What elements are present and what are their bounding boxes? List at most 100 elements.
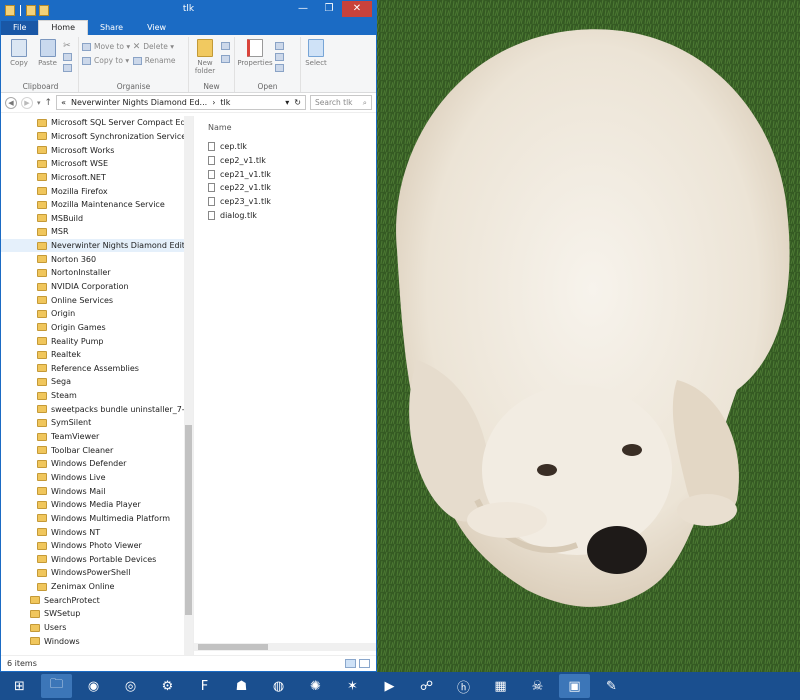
navigation-scrollbar[interactable]: [184, 116, 193, 655]
tree-item[interactable]: WindowsPowerShell: [1, 566, 193, 580]
hp-icon[interactable]: ⓗ: [448, 674, 479, 698]
file-explorer-icon[interactable]: 🗀: [41, 674, 72, 698]
large-icons-view-icon[interactable]: [359, 659, 370, 668]
tree-item[interactable]: MSR: [1, 225, 193, 239]
app-icon[interactable]: ◎: [115, 674, 146, 698]
back-button[interactable]: ◀: [5, 96, 17, 109]
copy-button[interactable]: Copy: [6, 39, 32, 67]
address-dropdown-icon[interactable]: ▾: [285, 98, 289, 107]
properties-button[interactable]: Properties: [237, 39, 273, 67]
tree-item[interactable]: SWSetup: [1, 607, 193, 621]
forward-button[interactable]: ▶: [21, 96, 33, 109]
tree-item[interactable]: Users: [1, 621, 193, 635]
title-bar[interactable]: tlk — ❐ ✕: [1, 1, 376, 19]
tree-item[interactable]: Windows Photo Viewer: [1, 539, 193, 553]
tree-item[interactable]: Reality Pump: [1, 334, 193, 348]
file-row[interactable]: dialog.tlk: [194, 208, 376, 222]
tree-item[interactable]: Windows Live: [1, 471, 193, 485]
tree-item[interactable]: Microsoft.NET: [1, 171, 193, 185]
tree-item[interactable]: Windows Multimedia Platform: [1, 512, 193, 526]
tree-item[interactable]: SearchProtect: [1, 593, 193, 607]
recent-locations-icon[interactable]: ▾: [37, 99, 41, 107]
breadcrumb-current[interactable]: tlk: [220, 98, 230, 107]
breadcrumb-parent[interactable]: Neverwinter Nights Diamond Ed...: [71, 98, 207, 107]
file-row[interactable]: cep2_v1.tlk: [194, 154, 376, 168]
address-bar[interactable]: « Neverwinter Nights Diamond Ed... › tlk…: [56, 95, 306, 110]
game-icon[interactable]: ☗: [226, 674, 257, 698]
rename-button[interactable]: Rename: [132, 56, 176, 65]
file-row[interactable]: cep21_v1.tlk: [194, 167, 376, 181]
refresh-icon[interactable]: ↻: [294, 98, 301, 107]
tree-item[interactable]: Toolbar Cleaner: [1, 443, 193, 457]
horizontal-scrollbar[interactable]: [194, 643, 376, 651]
tree-item[interactable]: NortonInstaller: [1, 266, 193, 280]
up-button[interactable]: ↑: [45, 98, 53, 108]
edit-icon[interactable]: [274, 53, 284, 61]
tree-item[interactable]: Neverwinter Nights Diamond Edition: [1, 238, 193, 253]
paste-button[interactable]: Paste: [35, 39, 61, 67]
search-input[interactable]: Search tlk ⌕: [310, 95, 372, 110]
tree-item[interactable]: SymSilent: [1, 416, 193, 430]
tab-share[interactable]: Share: [88, 21, 135, 35]
tree-item[interactable]: Windows Mail: [1, 484, 193, 498]
breadcrumb-separator[interactable]: ›: [212, 98, 215, 107]
new-folder-button[interactable]: New folder: [192, 39, 218, 75]
tree-item[interactable]: NVIDIA Corporation: [1, 280, 193, 294]
tree-item[interactable]: Online Services: [1, 293, 193, 307]
move-to-button[interactable]: Move to ▾: [82, 42, 130, 51]
game4-icon[interactable]: ✶: [337, 674, 368, 698]
open-icon[interactable]: [274, 42, 284, 50]
chat-icon[interactable]: ☍: [411, 674, 442, 698]
tree-item[interactable]: Zenimax Online: [1, 580, 193, 594]
easy-access-icon[interactable]: [220, 55, 230, 63]
minimize-button[interactable]: —: [290, 1, 316, 17]
file-row[interactable]: cep22_v1.tlk: [194, 181, 376, 195]
store-icon[interactable]: ▦: [485, 674, 516, 698]
app-f-icon[interactable]: F: [189, 674, 220, 698]
close-button[interactable]: ✕: [342, 1, 372, 17]
maximize-button[interactable]: ❐: [316, 1, 342, 17]
file-row[interactable]: cep.tlk: [194, 140, 376, 154]
history-icon[interactable]: [274, 64, 284, 72]
select-button[interactable]: Select: [304, 39, 328, 67]
tree-item[interactable]: Origin Games: [1, 321, 193, 335]
chrome-icon[interactable]: ◉: [78, 674, 109, 698]
tree-item[interactable]: Windows: [1, 634, 193, 648]
tree-item[interactable]: sweetpacks bundle uninstaller_7-Zip_1: [1, 402, 193, 416]
tree-item[interactable]: Sega: [1, 375, 193, 389]
tree-item[interactable]: Origin: [1, 307, 193, 321]
tree-item[interactable]: Realtek: [1, 348, 193, 362]
tab-file[interactable]: File: [1, 21, 39, 35]
tree-item[interactable]: Microsoft Synchronization Services: [1, 130, 193, 144]
tab-view[interactable]: View: [135, 21, 178, 35]
game5-icon[interactable]: ☠: [522, 674, 553, 698]
tree-item[interactable]: Norton 360: [1, 252, 193, 266]
screen-icon[interactable]: ▣: [559, 674, 590, 698]
horizontal-scrollbar-thumb[interactable]: [198, 644, 268, 650]
column-header-name[interactable]: Name: [194, 122, 376, 140]
tree-item[interactable]: Reference Assemblies: [1, 362, 193, 376]
tree-item[interactable]: Microsoft WSE: [1, 157, 193, 171]
paint-icon[interactable]: ✎: [596, 674, 627, 698]
steam-icon[interactable]: ⚙: [152, 674, 183, 698]
details-view-icon[interactable]: [345, 659, 356, 668]
game2-icon[interactable]: ◍: [263, 674, 294, 698]
tree-item[interactable]: Windows Media Player: [1, 498, 193, 512]
tree-item[interactable]: Steam: [1, 389, 193, 403]
copy-to-button[interactable]: Copy to ▾: [82, 56, 130, 65]
start-button-icon[interactable]: ⊞: [4, 674, 35, 698]
copy-path-icon[interactable]: [63, 53, 73, 61]
tree-item[interactable]: Windows Portable Devices: [1, 553, 193, 567]
game3-icon[interactable]: ✺: [300, 674, 331, 698]
new-item-icon[interactable]: [220, 42, 230, 50]
tree-item[interactable]: Microsoft Works: [1, 143, 193, 157]
tree-item[interactable]: Windows Defender: [1, 457, 193, 471]
file-row[interactable]: cep23_v1.tlk: [194, 195, 376, 209]
tree-item[interactable]: Windows NT: [1, 525, 193, 539]
media-icon[interactable]: ▶: [374, 674, 405, 698]
paste-shortcut-icon[interactable]: [63, 64, 73, 72]
tree-item[interactable]: Mozilla Maintenance Service: [1, 198, 193, 212]
tree-item[interactable]: MSBuild: [1, 211, 193, 225]
tree-item[interactable]: Mozilla Firefox: [1, 184, 193, 198]
tree-item[interactable]: Microsoft SQL Server Compact Edition: [1, 116, 193, 130]
